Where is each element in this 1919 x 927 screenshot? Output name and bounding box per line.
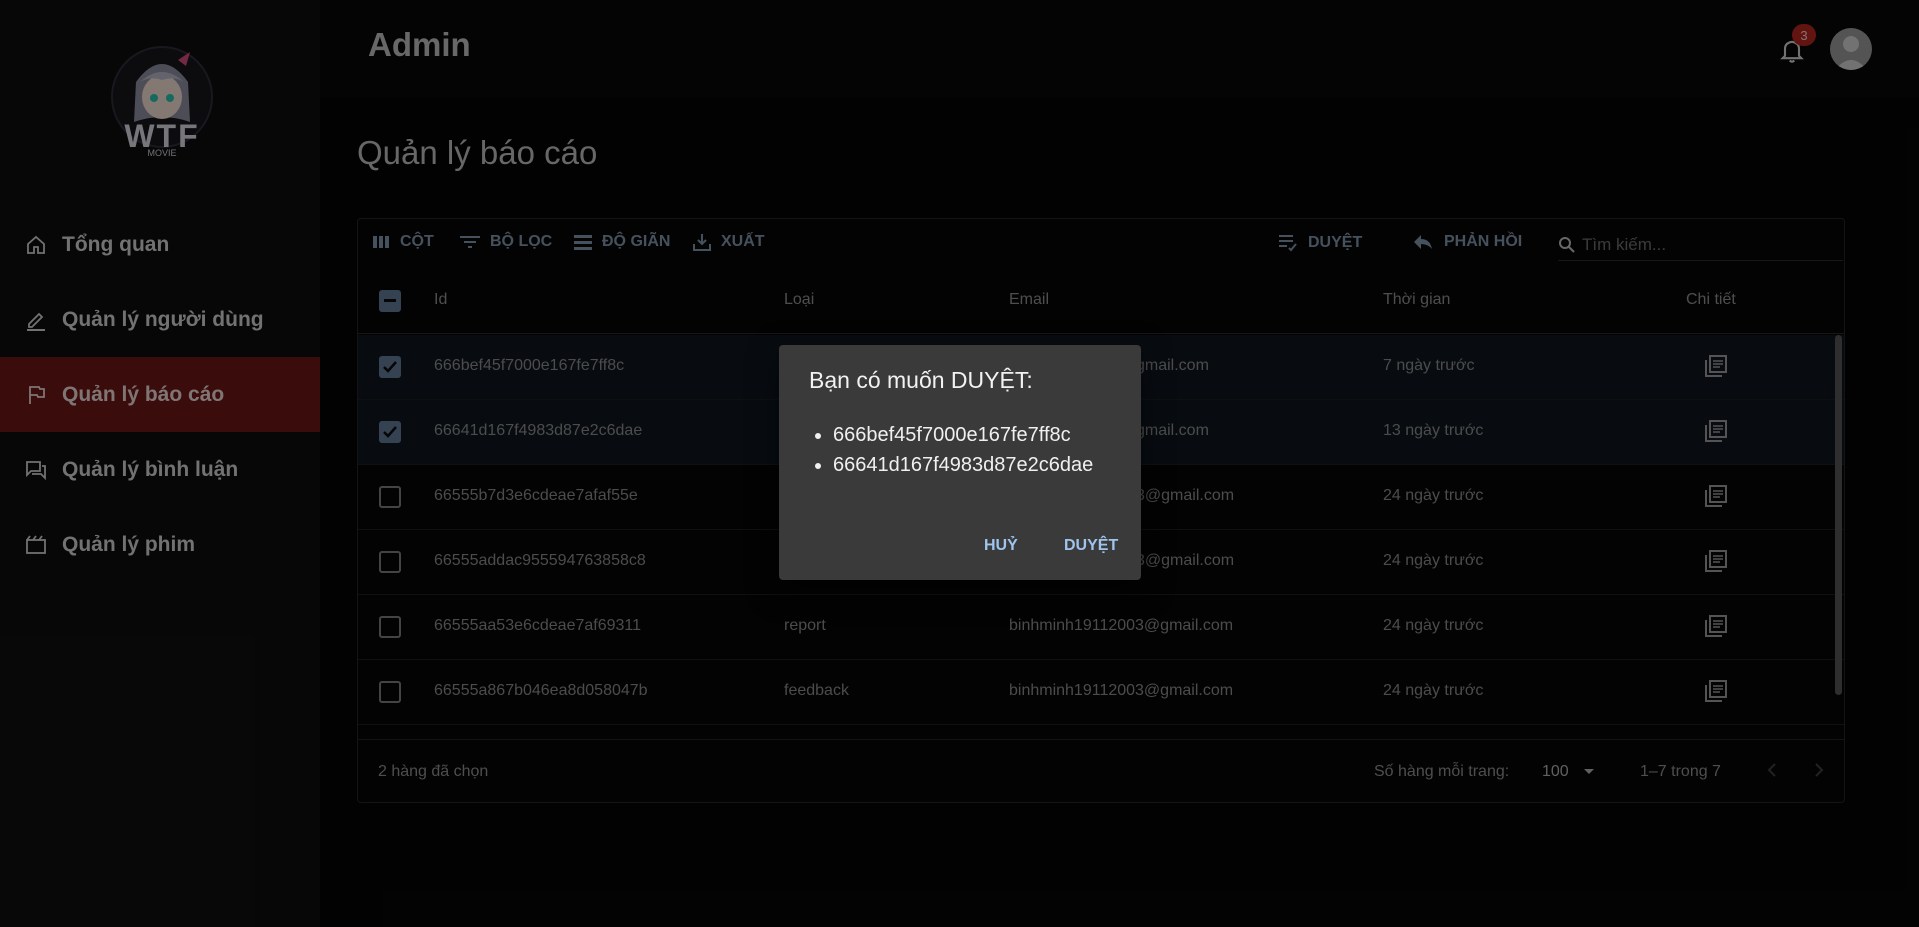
confirm-approve-button[interactable]: DUYỆT <box>1064 537 1118 555</box>
dialog-id-list: 666bef45f7000e167fe7ff8c 66641d167f4983d… <box>833 420 1093 480</box>
dialog-id-item: 666bef45f7000e167fe7ff8c <box>833 420 1093 450</box>
confirm-approve-dialog: Bạn có muốn DUYỆT: 666bef45f7000e167fe7f… <box>779 345 1141 580</box>
dialog-title: Bạn có muốn DUYỆT: <box>809 367 1033 393</box>
dialog-id-item: 66641d167f4983d87e2c6dae <box>833 450 1093 480</box>
cancel-button[interactable]: HUỶ <box>984 537 1018 555</box>
